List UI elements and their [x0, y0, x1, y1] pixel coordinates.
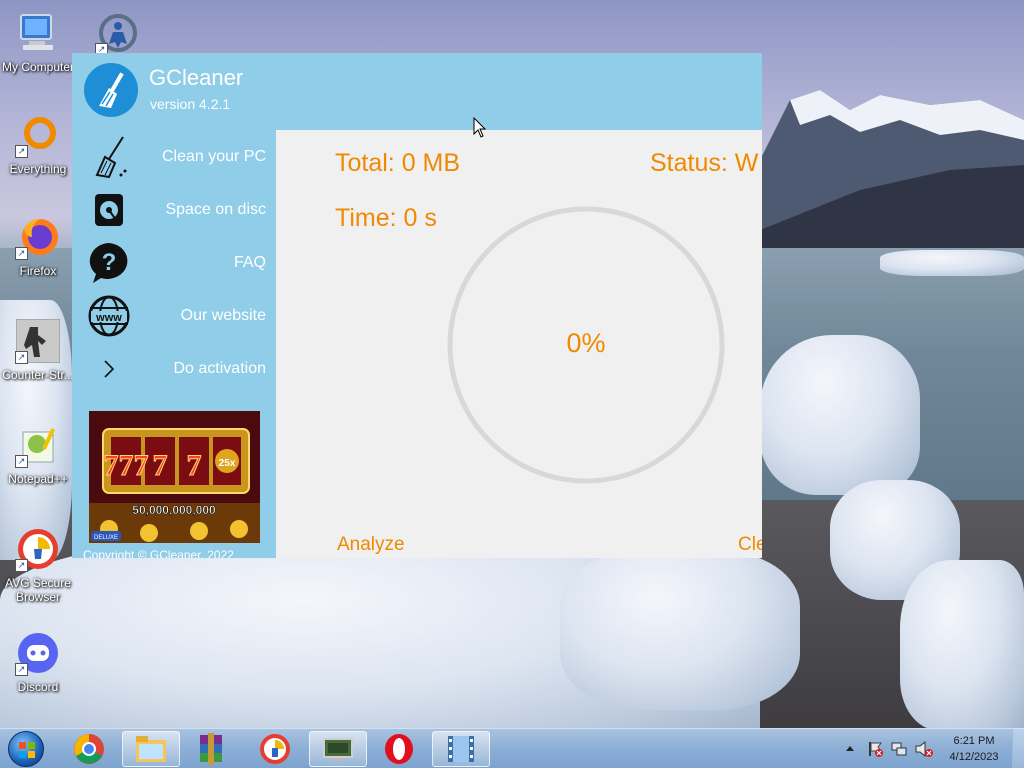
sidebar-item-label: FAQ	[233, 253, 266, 271]
ad-reel: 777	[104, 449, 149, 482]
start-button[interactable]	[4, 730, 48, 768]
sidebar-nav: Clean your PC Space on disc ? FAQ www Ou…	[72, 130, 276, 395]
app-title: GCleaner	[149, 65, 244, 90]
taskbar-avg-browser[interactable]	[246, 731, 304, 767]
show-desktop-button[interactable]	[1012, 729, 1024, 768]
taskbar-clock[interactable]: 6:21 PM 4/12/2023	[942, 733, 1006, 765]
sidebar-item-label: Do activation	[173, 359, 267, 377]
sidebar-item-label: Space on disc	[165, 200, 266, 218]
network-icon[interactable]	[890, 740, 908, 758]
ad-badge: DELUXE	[94, 535, 118, 541]
analyze-button[interactable]: Analyze	[337, 534, 405, 556]
copyright-text: Copyright © GCleaner, 2022	[83, 548, 234, 558]
desktop-icon-my-computer[interactable]: My Computer	[0, 10, 76, 74]
clock-date: 4/12/2023	[949, 751, 999, 763]
gcleaner-header: GCleaner version 4.2.1	[72, 53, 762, 130]
total-size-label: Total: 0 MB	[335, 149, 461, 177]
desktop-icon-firefox[interactable]: ↗ Firefox	[0, 214, 76, 278]
sidebar-item-space-on-disc[interactable]: Space on disc	[72, 183, 276, 236]
clock-time: 6:21 PM	[953, 735, 995, 747]
main-panel: Total: 0 MB Status: W Time: 0 s 0% Analy…	[276, 130, 762, 558]
sidebar-item-our-website[interactable]: www Our website	[72, 289, 276, 342]
broom-icon	[86, 134, 132, 180]
casino-ad-banner[interactable]: 777 7 7 25x 50,000,000,000 DELUXE	[89, 411, 260, 543]
computer-icon	[15, 10, 61, 56]
clean-button[interactable]: Cle	[738, 534, 762, 556]
sidebar-item-faq[interactable]: ? FAQ	[72, 236, 276, 289]
taskbar-remote-desktop[interactable]	[309, 731, 367, 767]
counter-strike-icon: ↗	[15, 318, 61, 364]
tray-expand-icon[interactable]	[844, 742, 856, 754]
action-center-flag-icon[interactable]	[866, 740, 884, 758]
desktop-icon-everything[interactable]: ↗ Everything	[0, 112, 76, 176]
avg-browser-icon: ↗	[15, 526, 61, 572]
sidebar-item-clean-pc[interactable]: Clean your PC	[72, 130, 276, 183]
taskbar-video-player[interactable]	[432, 731, 490, 767]
windows-logo-icon	[8, 731, 44, 767]
chrome-icon	[74, 734, 104, 764]
svg-text:7: 7	[187, 449, 202, 482]
chevron-right-icon	[86, 346, 132, 392]
taskbar-opera[interactable]	[370, 731, 428, 767]
volume-muted-icon[interactable]	[914, 740, 934, 758]
everything-icon: ↗	[15, 112, 61, 158]
sidebar-item-do-activation[interactable]: Do activation	[72, 342, 276, 395]
avg-browser-icon	[260, 734, 290, 764]
ccleaner-like-icon: ↗	[95, 10, 141, 56]
app-version: version 4.2.1	[150, 96, 231, 112]
desktop-icon-discord[interactable]: ↗ Discord	[0, 630, 76, 694]
svg-text:www: www	[95, 312, 122, 324]
file-explorer-icon	[136, 736, 166, 762]
progress-percent: 0%	[566, 328, 606, 358]
remote-desktop-icon	[323, 738, 353, 761]
ad-jackpot: 50,000,000,000	[132, 503, 216, 517]
ad-multiplier: 25x	[219, 458, 236, 469]
question-icon: ?	[86, 240, 132, 286]
svg-text:?: ?	[102, 249, 117, 276]
desktop-icon-notepadpp[interactable]: ↗ Notepad++	[0, 422, 76, 486]
desktop-icon-counter-strike[interactable]: ↗ Counter-Str...	[0, 318, 76, 382]
taskbar: 6:21 PM 4/12/2023	[0, 728, 1024, 768]
globe-www-icon: www	[86, 293, 132, 339]
sidebar-item-label: Clean your PC	[161, 147, 266, 165]
svg-text:7: 7	[153, 449, 168, 482]
status-label: Status: W	[650, 149, 759, 177]
gcleaner-window[interactable]: GCleaner version 4.2.1 Clean your PC Spa…	[72, 53, 762, 558]
opera-icon	[385, 734, 413, 764]
discord-icon: ↗	[15, 630, 61, 676]
time-label: Time: 0 s	[335, 204, 437, 232]
winrar-icon	[200, 733, 222, 765]
firefox-icon: ↗	[15, 214, 61, 260]
notepadpp-icon: ↗	[15, 422, 61, 468]
taskbar-chrome[interactable]	[60, 731, 118, 767]
disk-icon	[86, 187, 132, 233]
gcleaner-logo-icon	[84, 63, 138, 117]
desktop-icon-avg-browser[interactable]: ↗ AVG Secure Browser	[0, 526, 76, 604]
taskbar-file-explorer[interactable]	[122, 731, 180, 767]
mouse-cursor-icon	[473, 117, 487, 138]
sidebar-item-label: Our website	[180, 306, 266, 324]
video-player-icon	[448, 736, 474, 762]
taskbar-winrar[interactable]	[182, 731, 240, 767]
